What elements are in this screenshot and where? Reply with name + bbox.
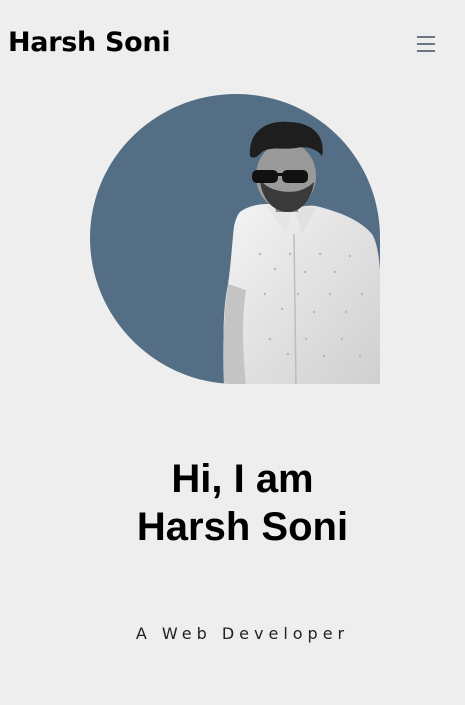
hero-greeting-line2: Harsh Soni [136,505,349,549]
hero-greeting-line1: Hi, I am [171,457,314,501]
site-brand[interactable]: Harsh Soni [8,27,171,58]
hamburger-menu-icon [417,36,435,52]
site-header: Harsh Soni [0,0,465,90]
hero-subtitle: A Web Developer [135,624,350,643]
profile-photo-graphic [90,94,380,384]
hero-heading: Hi, I am Harsh Soni [0,455,465,551]
menu-button[interactable] [411,30,441,58]
profile-photo [90,94,382,386]
